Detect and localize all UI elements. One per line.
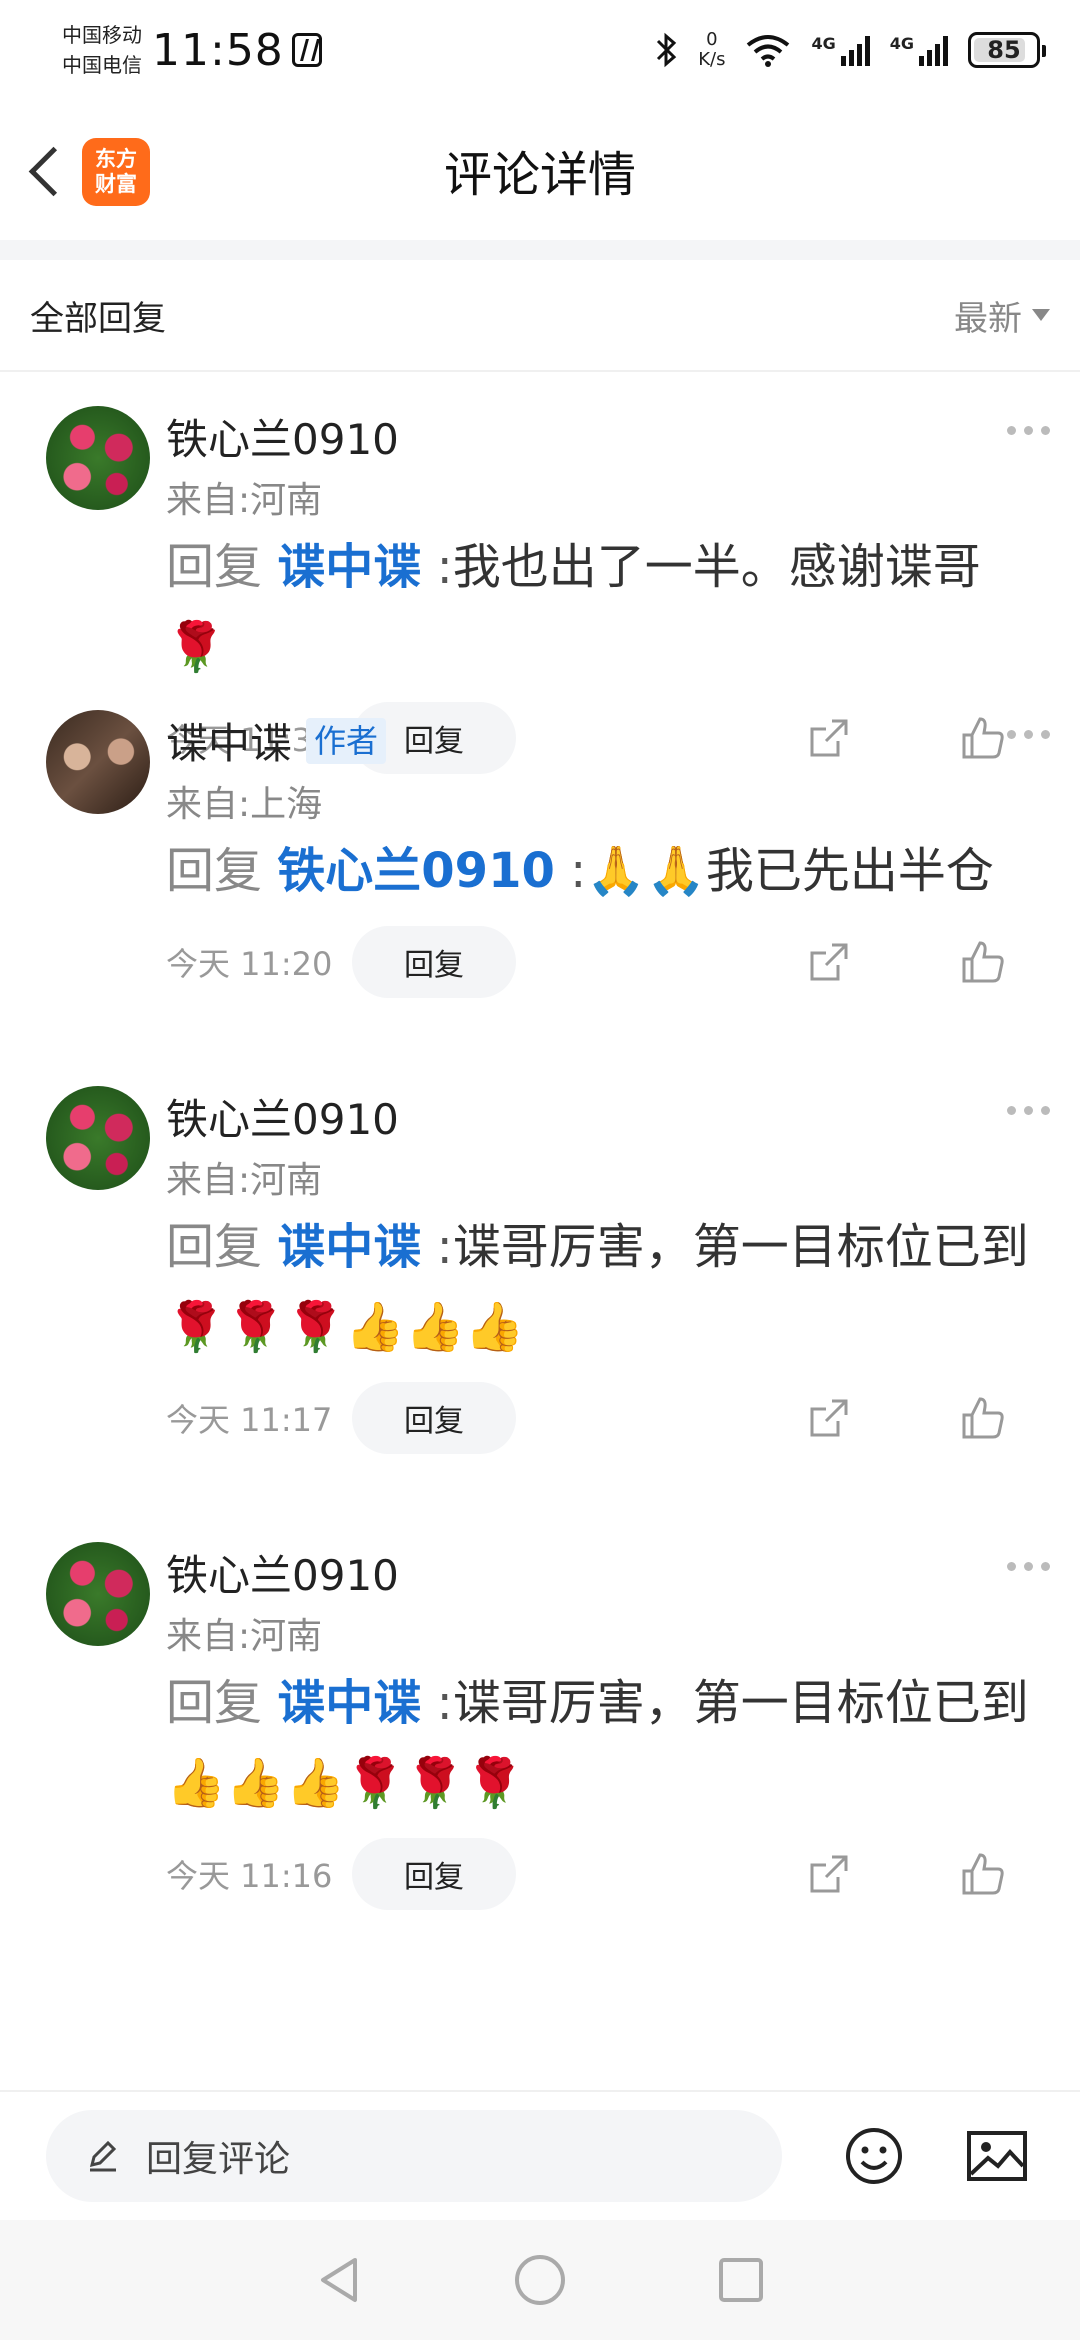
share-icon[interactable] (808, 1397, 850, 1439)
app-header: 东方 财富 评论详情 (0, 100, 1080, 240)
reply-word: 回复 (166, 1219, 263, 1275)
origin: 来自:河南 (166, 1160, 323, 1201)
divider (0, 240, 1080, 260)
signal-2-tag: 4G (889, 34, 914, 53)
username[interactable]: 铁心兰0910 (166, 406, 399, 467)
network-speed-unit: K/s (698, 49, 726, 70)
emoji-icon[interactable] (844, 2126, 904, 2186)
carrier-1: 中国移动 (62, 23, 142, 47)
origin: 来自:河南 (166, 480, 323, 521)
more-icon[interactable] (1007, 1562, 1050, 1571)
like-icon[interactable] (960, 1851, 1006, 1897)
reply-bar: 回复评论 (0, 2090, 1080, 2220)
user-line: 铁心兰0910 (166, 406, 1040, 467)
comment-actions: 今天 11:20 回复 (166, 919, 1040, 1005)
mention-link[interactable]: 铁心兰0910 (277, 843, 555, 899)
reply-word: 回复 (166, 1675, 263, 1731)
sort-label: 最新 (954, 298, 1022, 339)
user-line: 谍中谍 作者 (166, 710, 1040, 771)
origin: 来自:上海 (166, 784, 323, 825)
avatar[interactable] (46, 406, 150, 510)
comment-item: 铁心兰0910 来自:河南 回复 谍中谍 :谍哥厉害，第一目标位已到🌹🌹🌹👍👍👍… (0, 1086, 1080, 1506)
more-icon[interactable] (1007, 426, 1050, 435)
share-icon[interactable] (808, 941, 850, 983)
avatar[interactable] (46, 1086, 150, 1190)
bluetooth-icon (657, 32, 677, 68)
mention-link[interactable]: 谍中谍 (277, 1219, 421, 1275)
battery-level: 85 (987, 36, 1021, 64)
carrier-2: 中国电信 (62, 53, 142, 77)
section-title: 全部回复 (30, 298, 166, 339)
wifi-icon (747, 35, 790, 67)
username[interactable]: 铁心兰0910 (166, 1086, 399, 1147)
reply-word: 回复 (166, 843, 263, 899)
mention-link[interactable]: 谍中谍 (277, 539, 421, 595)
reply-word: 回复 (166, 539, 263, 595)
comment-actions: 今天 11:16 回复 (166, 1831, 1040, 1917)
comment-text: 🙏🙏我已先出半仓 (586, 843, 994, 899)
comment-body: 回复 铁心兰0910 :🙏🙏我已先出半仓 (166, 831, 1040, 911)
signal-icon: 4G (811, 34, 870, 66)
like-icon[interactable] (960, 939, 1006, 985)
battery-icon: 85 (968, 32, 1046, 68)
comment-body: 回复 谍中谍 :谍哥厉害，第一目标位已到🌹🌹🌹👍👍👍 (166, 1207, 1040, 1367)
comment-body: 回复 谍中谍 :我也出了一半。感谢谍哥🌹 (166, 527, 1040, 687)
status-time: 11:58 (152, 24, 284, 76)
avatar[interactable] (46, 710, 150, 814)
user-line: 铁心兰0910 (166, 1086, 1040, 1147)
network-speed-value: 0 (706, 29, 718, 50)
network-speed: 0 K/s (698, 30, 725, 70)
nav-home-icon[interactable] (513, 2253, 567, 2307)
mention-link[interactable]: 谍中谍 (277, 1675, 421, 1731)
signal-icon: 4G (890, 34, 948, 66)
reply-input-placeholder: 回复评论 (146, 2139, 291, 2180)
comment-body: 回复 谍中谍 :谍哥厉害，第一目标位已到👍👍👍🌹🌹🌹 (166, 1663, 1040, 1823)
colon: : (436, 1219, 453, 1275)
reply-button[interactable]: 回复 (352, 1838, 516, 1910)
back-icon[interactable] (22, 142, 70, 202)
share-icon[interactable] (808, 1853, 850, 1895)
more-icon[interactable] (1007, 730, 1050, 739)
colon: : (436, 539, 453, 595)
timestamp: 今天 11:17 (166, 1401, 333, 1439)
colon: : (436, 1675, 453, 1731)
avatar[interactable] (46, 1542, 150, 1646)
author-badge: 作者 (306, 717, 387, 764)
colon: : (570, 843, 587, 899)
reply-button[interactable]: 回复 (352, 926, 516, 998)
comment-item: 铁心兰0910 来自:河南 回复 谍中谍 :谍哥厉害，第一目标位已到👍👍👍🌹🌹🌹… (0, 1542, 1080, 1962)
pencil-icon (89, 2140, 117, 2172)
user-line: 铁心兰0910 (166, 1542, 1040, 1603)
signal-1-tag: 4G (811, 34, 836, 53)
logo-line-2: 财富 (95, 172, 137, 196)
sort-dropdown[interactable]: 最新 (954, 291, 1050, 340)
like-icon[interactable] (960, 1395, 1006, 1441)
chevron-down-icon (1032, 309, 1050, 321)
comment-item: 谍中谍 作者 来自:上海 回复 铁心兰0910 :🙏🙏我已先出半仓 今天 11:… (0, 710, 1080, 1010)
reply-input[interactable]: 回复评论 (46, 2110, 782, 2202)
username[interactable]: 铁心兰0910 (166, 1542, 399, 1603)
status-bar: 中国移动 中国电信 11:58 0 K/s 4G 4G 85 (0, 0, 1080, 100)
timestamp: 今天 11:16 (166, 1857, 333, 1895)
origin: 来自:河南 (166, 1616, 323, 1657)
carrier-info: 中国移动 中国电信 (62, 20, 142, 80)
username[interactable]: 谍中谍 (166, 710, 292, 771)
nav-recents-icon[interactable] (717, 2256, 765, 2304)
section-bar: 全部回复 最新 (0, 260, 1080, 372)
nav-back-icon[interactable] (315, 2254, 363, 2306)
logo-line-1: 东方 (95, 147, 137, 171)
timestamp: 今天 11:20 (166, 945, 333, 983)
comment-actions: 今天 11:17 回复 (166, 1375, 1040, 1461)
app-logo[interactable]: 东方 财富 (82, 138, 150, 206)
system-nav-bar (0, 2220, 1080, 2340)
image-icon[interactable] (966, 2130, 1028, 2182)
status-indicators: 0 K/s 4G 4G 85 (654, 30, 1046, 70)
nfc-icon (291, 33, 322, 67)
more-icon[interactable] (1007, 1106, 1050, 1115)
page-title: 评论详情 (443, 147, 636, 203)
reply-button[interactable]: 回复 (352, 1382, 516, 1454)
